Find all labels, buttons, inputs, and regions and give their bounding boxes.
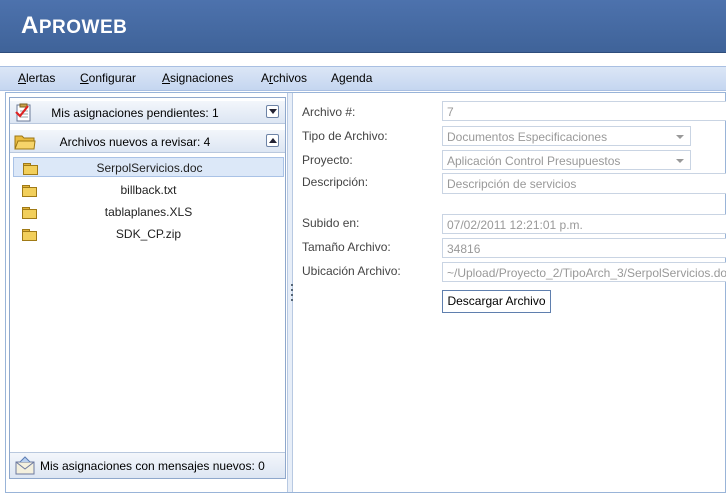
panel-splitter[interactable] [287, 93, 293, 492]
menu-asignaciones[interactable]: Asignaciones [162, 71, 233, 85]
file-item[interactable]: billback.txt [13, 180, 284, 200]
file-name: SerpolServicios.doc [96, 161, 203, 175]
file-name: billback.txt [120, 183, 177, 197]
proyecto-value: Aplicación Control Presupuestos [447, 154, 621, 168]
descripcion-label: Descripción: [302, 175, 369, 189]
tamano-field[interactable]: 34816 [442, 238, 726, 258]
dropdown-arrow-icon [676, 135, 684, 139]
splitter-grip [291, 289, 293, 291]
file-item[interactable]: SDK_CP.zip [13, 224, 284, 244]
file-name: SDK_CP.zip [115, 227, 182, 241]
ubicacion-field[interactable]: ~/Upload/Proyecto_2/TipoArch_3/SerpolSer… [442, 262, 726, 282]
tamano-label: Tamaño Archivo: [302, 240, 391, 254]
menu-configurar[interactable]: Configurar [80, 71, 136, 85]
tipo-archivo-value: Documentos Especificaciones [447, 130, 608, 144]
splitter-grip [291, 299, 293, 301]
menu-archivos[interactable]: Archivos [261, 71, 307, 85]
menu-bar: Alertas Configurar Asignaciones Archivos… [0, 66, 726, 91]
chevron-up-icon [269, 138, 277, 143]
subido-field[interactable]: 07/02/2011 12:21:01 p.m. [442, 214, 726, 234]
pending-assignments-header[interactable]: Mis asignaciones pendientes: 1 [10, 101, 285, 124]
pending-assignments-label: Mis asignaciones pendientes: 1 [51, 106, 219, 120]
file-item[interactable]: SerpolServicios.doc [13, 157, 284, 177]
menu-alertas[interactable]: Alertas [18, 71, 55, 85]
new-files-label: Archivos nuevos a revisar: 4 [59, 135, 211, 149]
expand-button[interactable] [266, 105, 279, 118]
app-title: APROWEB [21, 12, 128, 39]
sidebar-panel [9, 97, 286, 479]
archivo-num-label: Archivo #: [302, 105, 356, 119]
download-button[interactable]: Descargar Archivo [442, 290, 551, 313]
descripcion-field[interactable]: Descripción de servicios [442, 173, 726, 194]
envelope-icon [15, 456, 35, 475]
file-item[interactable]: tablaplanes.XLS [13, 202, 284, 222]
collapse-button[interactable] [266, 134, 279, 147]
messages-label: Mis asignaciones con mensajes nuevos: 0 [40, 459, 265, 473]
splitter-grip [291, 284, 293, 286]
new-files-header[interactable]: Archivos nuevos a revisar: 4 [10, 130, 285, 153]
tipo-archivo-select[interactable]: Documentos Especificaciones [442, 126, 691, 146]
messages-header[interactable]: Mis asignaciones con mensajes nuevos: 0 [10, 452, 285, 478]
subido-label: Subido en: [302, 216, 360, 230]
chevron-down-icon [269, 109, 277, 114]
splitter-grip [291, 294, 293, 296]
app-header: APROWEB [0, 0, 726, 53]
proyecto-label: Proyecto: [302, 153, 353, 167]
proyecto-select[interactable]: Aplicación Control Presupuestos [442, 150, 691, 170]
archivo-num-field[interactable]: 7 [442, 101, 726, 121]
menu-agenda[interactable]: Agenda [331, 71, 372, 85]
tipo-archivo-label: Tipo de Archivo: [302, 129, 388, 143]
file-name: tablaplanes.XLS [104, 205, 193, 219]
dropdown-arrow-icon [676, 159, 684, 163]
ubicacion-label: Ubicación Archivo: [302, 264, 401, 278]
